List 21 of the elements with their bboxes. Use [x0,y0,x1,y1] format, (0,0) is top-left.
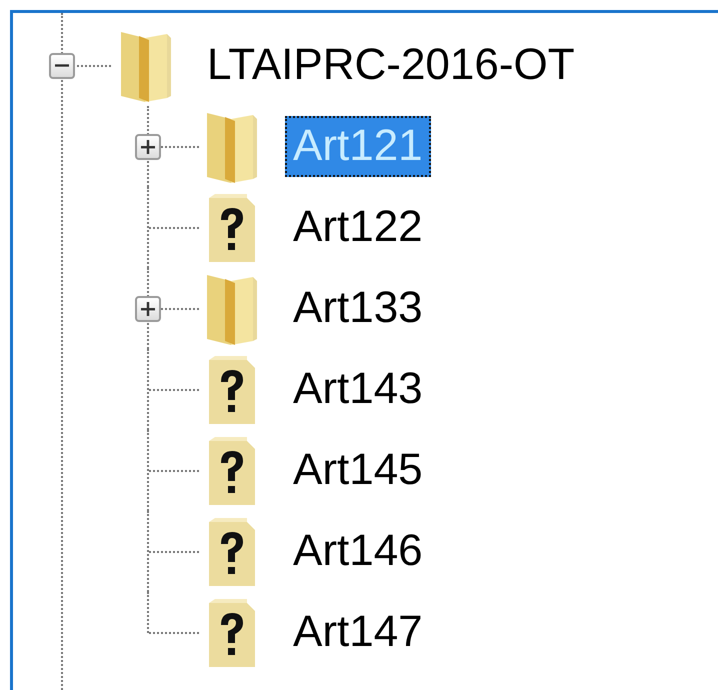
question-file-icon [209,436,255,504]
tree-item-label[interactable]: LTAIPRC-2016-OT [199,35,583,96]
collapse-button[interactable] [49,52,75,78]
folder-icon [121,32,171,102]
question-file-icon [209,598,255,666]
minus-icon [55,64,69,67]
tree-item-label[interactable]: Art145 [285,440,431,501]
tree-item-label[interactable]: Art143 [285,359,431,420]
plus-icon [141,140,155,154]
tree-item-label[interactable]: Art133 [285,278,431,339]
tree-item-label[interactable]: Art147 [285,602,431,663]
expand-button[interactable] [135,134,161,160]
question-file-icon [209,356,255,424]
question-file-icon [209,518,255,586]
folder-icon [207,112,257,182]
tree-item-label[interactable]: Art146 [285,521,431,582]
tree-item-label[interactable]: Art122 [285,197,431,258]
folder-icon [207,274,257,344]
plus-icon [141,302,155,316]
question-file-icon [209,194,255,262]
expand-button[interactable] [135,296,161,322]
